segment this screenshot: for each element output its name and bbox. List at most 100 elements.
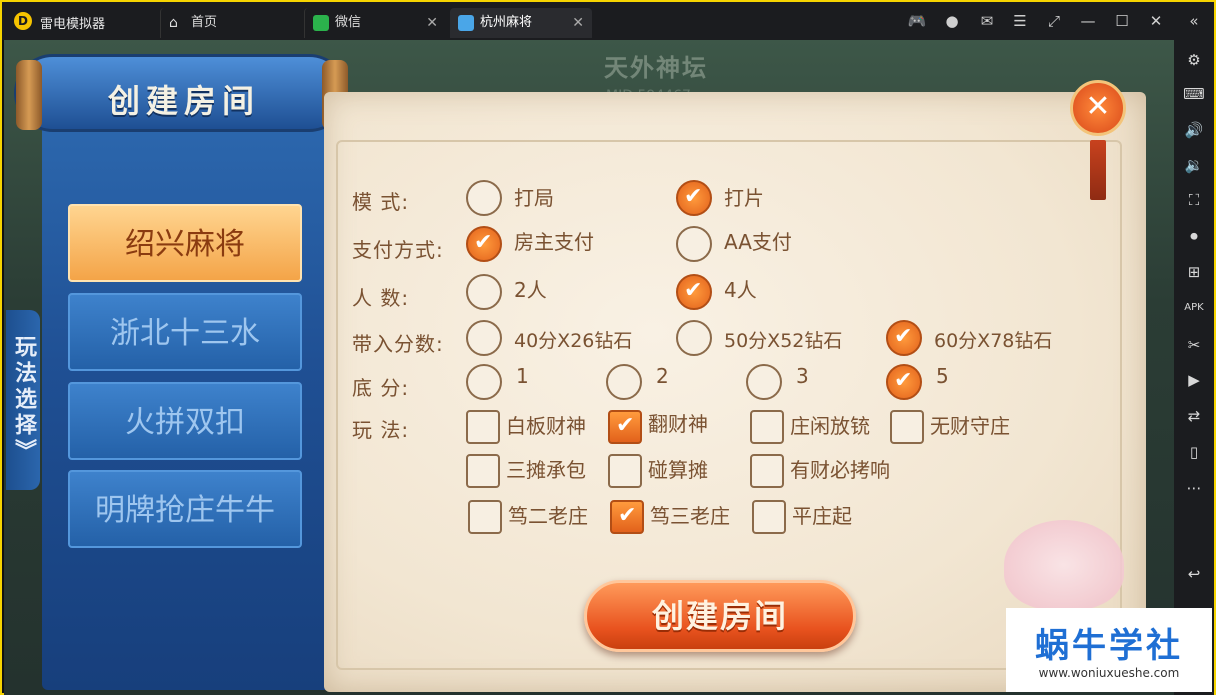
settings-icon[interactable]: ⚙ [1182,48,1206,72]
tab-game-label: 杭州麻将 [480,15,533,30]
carry-radio-50[interactable] [676,320,712,356]
rule-option-pingzhuang: 平庄起 [792,504,852,528]
video-icon[interactable]: ▶ [1182,368,1206,392]
panel-close-button[interactable]: ✕ [1070,80,1126,136]
rule-option-du3: 笃三老庄 [650,504,730,528]
base-option-2: 2 [656,364,669,388]
game-screen: 天外神坛 MJD 594467 玩法选择》 创建房间 绍兴麻将 浙北十三水 火拼… [4,40,1174,695]
rule-checkbox-youcai[interactable] [750,454,784,488]
rule-select-tab[interactable]: 玩法选择》 [6,310,40,490]
game-app-icon [458,15,474,31]
base-option-5: 5 [936,364,949,388]
tab-wechat-label: 微信 [335,15,362,30]
rule-option-baiban: 白板财神 [506,414,586,438]
scroll-rod-left [16,60,42,130]
base-radio-2[interactable] [606,364,642,400]
side-toolbar: ⚙ ⌨ 🔊 🔉 ⛶ ⏺ ⊞ APK ✂ ▶ ⇄ ▯ ⋯ ↩ [1174,40,1214,695]
rule-checkbox-du2[interactable] [468,500,502,534]
game-button-zhebei[interactable]: 浙北十三水 [68,293,302,371]
collapse-icon[interactable]: « [1184,11,1204,31]
rule-checkbox-du3[interactable] [610,500,644,534]
gamepad-icon[interactable]: 🎮 [907,11,927,31]
apk-icon[interactable]: APK [1182,296,1206,320]
rule-checkbox-zhuangxian[interactable] [750,410,784,444]
mail-icon[interactable]: ✉ [977,11,997,31]
pay-radio-host[interactable] [466,226,502,262]
mode-option-piece: 打片 [724,186,764,210]
tassel-decoration [1090,140,1106,200]
carry-radio-60[interactable] [886,320,922,356]
carry-option-50: 50分X52钻石 [724,330,843,352]
base-radio-1[interactable] [466,364,502,400]
rule-checkbox-baiban[interactable] [466,410,500,444]
watermark: 蜗牛学社 www.woniuxueshe.com [1006,608,1212,692]
rule-option-youcai: 有财必拷响 [790,458,890,482]
tab-close-icon[interactable]: ✕ [426,8,438,38]
tab-wechat[interactable]: 微信 ✕ [304,8,446,38]
rule-checkbox-santan[interactable] [466,454,500,488]
mode-option-round: 打局 [514,186,554,210]
tab-close-icon[interactable]: ✕ [572,8,584,38]
players-radio-2[interactable] [466,274,502,310]
carry-option-40: 40分X26钻石 [514,330,633,352]
scissors-icon[interactable]: ✂ [1182,333,1206,357]
game-button-niuniu[interactable]: 明牌抢庄牛牛 [68,470,302,548]
tab-hangzhou-mahjong[interactable]: 杭州麻将 ✕ [450,8,592,38]
back-icon[interactable]: ↩ [1182,562,1206,586]
base-option-3: 3 [796,364,809,388]
add-app-icon[interactable]: ⊞ [1182,260,1206,284]
pay-label: 支付方式: [352,238,444,262]
volume-up-icon[interactable]: 🔊 [1182,118,1206,142]
sync-icon[interactable]: ⇄ [1182,404,1206,428]
pay-option-aa: AA支付 [724,230,792,254]
app-logo-icon: D [14,12,32,30]
game-button-shaoxing[interactable]: 绍兴麻将 [68,204,302,282]
avatar-icon[interactable]: ● [942,11,962,31]
home-icon: ⌂ [169,15,178,31]
close-icon[interactable]: ✕ [1146,11,1166,31]
carry-label: 带入分数: [352,332,444,356]
players-label: 人 数: [352,286,410,310]
screenshot-icon[interactable]: ⛶ [1182,188,1206,212]
rule-option-pengsuan: 碰算摊 [648,458,708,482]
rule-option-zhuangxian: 庄闲放铳 [790,414,870,438]
menu-icon[interactable]: ☰ [1010,11,1030,31]
create-room-button[interactable]: 创建房间 [584,580,856,652]
emulator-window: D 雷电模拟器 ⌂ 首页 微信 ✕ 杭州麻将 ✕ 🎮 ● ✉ ☰ ⤢ — ☐ ✕… [0,0,1216,695]
mode-radio-piece[interactable] [676,180,712,216]
rule-checkbox-fancaishen[interactable] [608,410,642,444]
pay-radio-aa[interactable] [676,226,712,262]
rule-checkbox-wucai[interactable] [890,410,924,444]
mode-label: 模 式: [352,190,410,214]
volume-down-icon[interactable]: 🔉 [1182,153,1206,177]
carry-option-60: 60分X78钻石 [934,330,1053,352]
players-radio-4[interactable] [676,274,712,310]
tab-home-label: 首页 [191,15,218,30]
maximize-icon[interactable]: ☐ [1112,11,1132,31]
players-option-2: 2人 [514,278,547,302]
minimize-icon[interactable]: — [1078,11,1098,31]
app-title: 雷电模拟器 [40,17,106,32]
tab-home[interactable]: ⌂ 首页 [160,8,300,38]
record-icon[interactable]: ⏺ [1182,224,1206,248]
carry-radio-40[interactable] [466,320,502,356]
expand-icon[interactable]: ⤢ [1044,11,1064,31]
keyboard-icon[interactable]: ⌨ [1182,82,1206,106]
pay-option-host: 房主支付 [514,230,594,254]
game-button-huopin[interactable]: 火拼双扣 [68,382,302,460]
base-label: 底 分: [352,376,410,400]
rule-option-du2: 笃二老庄 [508,504,588,528]
shake-icon[interactable]: ▯ [1182,440,1206,464]
scroll-title: 创建房间 [107,82,260,120]
base-radio-3[interactable] [746,364,782,400]
base-radio-5[interactable] [886,364,922,400]
rule-option-fancaishen: 翻财神 [648,412,708,436]
base-option-1: 1 [516,364,529,388]
mode-radio-round[interactable] [466,180,502,216]
watermark-url: www.woniuxueshe.com [1038,666,1180,680]
rule-checkbox-pingzhuang[interactable] [752,500,786,534]
rule-option-santan: 三摊承包 [506,458,586,482]
rule-checkbox-pengsuan[interactable] [608,454,642,488]
more-icon[interactable]: ⋯ [1182,476,1206,500]
background-room-title: 天外神坛 [604,54,708,82]
